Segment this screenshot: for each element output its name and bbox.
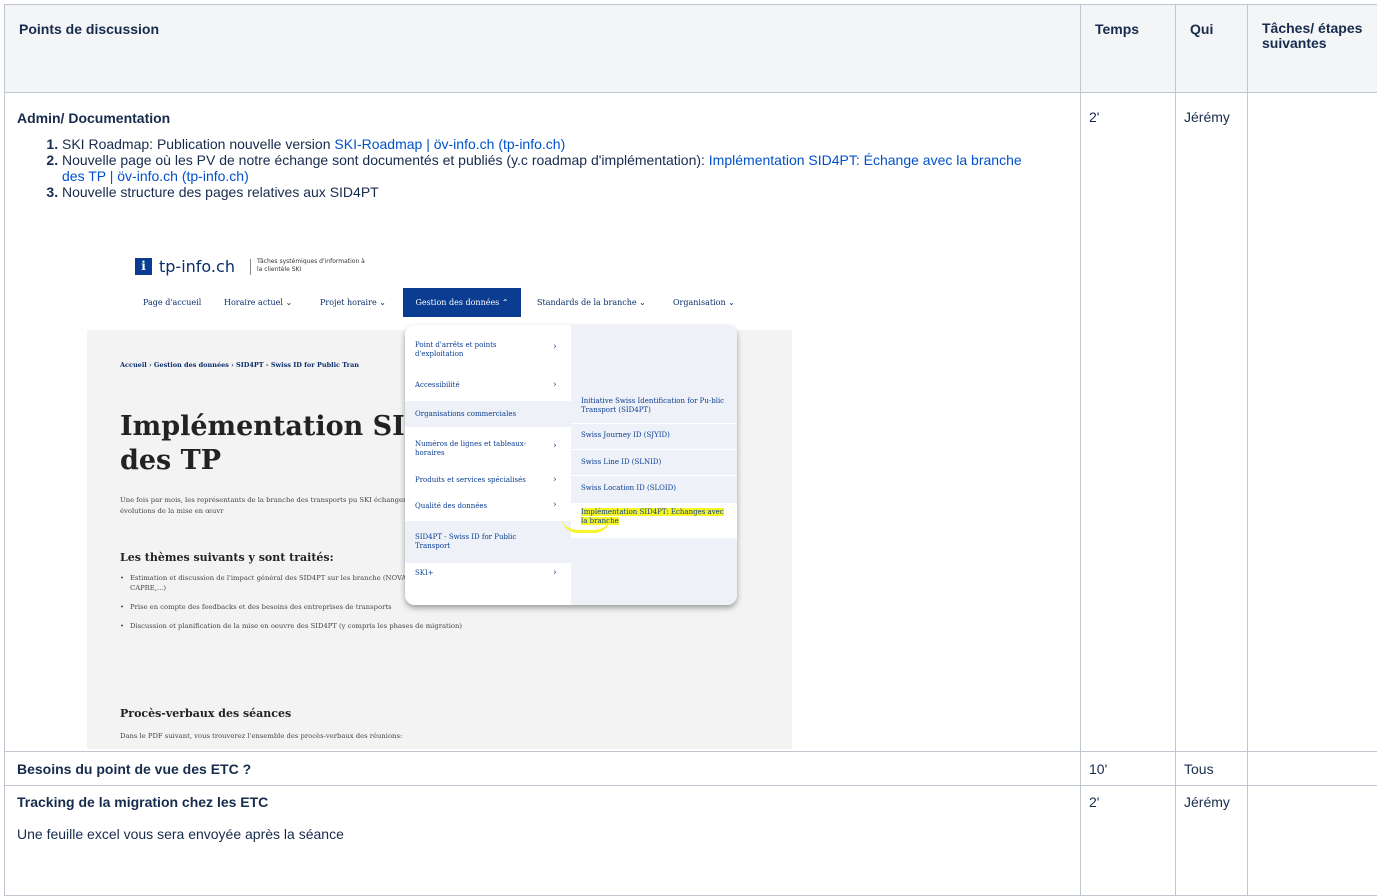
chevron-down-icon: ⌄ [728, 298, 735, 307]
menu-item[interactable]: Accessibilité › [405, 373, 571, 401]
list-item: Estimation et discussion de l'impact gén… [120, 573, 410, 593]
chevron-up-icon: ⌃ [502, 298, 509, 307]
header-points: Points de discussion [5, 5, 1081, 93]
logo-divider [250, 259, 251, 275]
list-item: Nouvelle page où les PV de notre échange… [62, 152, 1022, 184]
table-row: Tracking de la migration chez les ETC Un… [5, 786, 1377, 896]
submenu-item-label: Swiss Line ID (SLNID) [581, 458, 731, 467]
menu-item[interactable]: Produits et services spécialisés › [405, 469, 571, 495]
menu-item-label: Point d'arrêts et points d'exploitation [415, 341, 530, 359]
menu-item[interactable]: SID4PT - Swiss ID for Public Transport [405, 521, 571, 563]
table-row: Besoins du point de vue des ETC ? 10' To… [5, 752, 1377, 786]
nav-label: Gestion des données [415, 298, 499, 307]
taches-cell [1248, 752, 1377, 786]
menu-item[interactable]: SKI+ › [405, 563, 571, 589]
nav-projet-horaire[interactable]: Projet horaire ⌄ [320, 298, 386, 307]
breadcrumb: Accueil › Gestion des données › SID4PT -… [120, 361, 359, 369]
submenu-item[interactable]: Initiative Swiss Identification for Pu-b… [571, 389, 737, 424]
list-item: Discussion et planification de la mise e… [120, 621, 480, 631]
submenu-item-label: Swiss Journey ID (SJYID) [581, 431, 731, 440]
row-title: Admin/ Documentation [17, 110, 1080, 126]
chevron-right-icon: › [553, 476, 557, 485]
temps-cell: 2' [1081, 786, 1176, 896]
nav-gestion-donnees[interactable]: Gestion des données ⌃ [403, 288, 521, 317]
info-icon: i [135, 258, 152, 275]
qui-cell: Jérémy [1176, 93, 1248, 752]
submenu-item-label: Initiative Swiss Identification for Pu-b… [581, 397, 731, 415]
nav-label: Standards de la branche [537, 298, 637, 307]
page-title-part: des TP [120, 445, 221, 476]
chevron-down-icon: ⌄ [286, 298, 293, 307]
menu-left-column: Point d'arrêts et points d'exploitation … [405, 325, 571, 605]
temps-cell: 10' [1081, 752, 1176, 786]
row-note: Une feuille excel vous sera envoyée aprè… [17, 826, 1080, 842]
qui-cell: Tous [1176, 752, 1248, 786]
menu-item[interactable]: Numéros de lignes et tableaux-horaires › [405, 427, 571, 469]
pdf-text: Dans le PDF suivant, vous trouverez l'en… [120, 732, 402, 740]
menu-item-label: Organisations commerciales [415, 410, 530, 419]
list-item: Nouvelle structure des pages relatives a… [62, 184, 1080, 200]
menu-item-label: Qualité des données [415, 502, 530, 511]
pv-heading: Procès-verbaux des séances [120, 707, 291, 720]
nav-organisation[interactable]: Organisation ⌄ [673, 298, 735, 307]
nav-label: Organisation [673, 298, 726, 307]
chevron-down-icon: ⌄ [639, 298, 646, 307]
header-qui: Qui [1176, 5, 1248, 93]
chevron-right-icon: › [553, 343, 557, 352]
submenu-item[interactable]: Swiss Line ID (SLNID) [571, 449, 737, 476]
item-text: SKI Roadmap: Publication nouvelle versio… [62, 136, 334, 152]
roadmap-link[interactable]: SKI-Roadmap | öv-info.ch (tp-info.ch) [334, 136, 565, 152]
menu-item-label: Numéros de lignes et tableaux-horaires [415, 440, 530, 458]
site-logo-subtitle: Tâches systémiques d'information à la cl… [257, 258, 367, 274]
header-temps: Temps [1081, 5, 1176, 93]
menu-item-label: Produits et services spécialisés [415, 476, 530, 485]
menu-right-column: Initiative Swiss Identification for Pu-b… [571, 325, 737, 605]
nav-label: Horaire actuel [224, 298, 283, 307]
embedded-screenshot: i tp-info.ch Tâches systémiques d'inform… [87, 235, 792, 749]
temps-cell: 2' [1081, 93, 1176, 752]
submenu-item[interactable]: Swiss Journey ID (SJYID) [571, 423, 737, 450]
site-header: i tp-info.ch Tâches systémiques d'inform… [87, 235, 792, 330]
dropdown-menu: Point d'arrêts et points d'exploitation … [405, 325, 737, 605]
taches-cell [1248, 786, 1377, 896]
submenu-item-label: Swiss Location ID (SLOID) [581, 484, 731, 493]
list-item: SKI Roadmap: Publication nouvelle versio… [62, 136, 1080, 152]
themes-heading: Les thèmes suivants y sont traités: [120, 551, 334, 564]
nav-home[interactable]: Page d'accueil [143, 298, 201, 307]
points-cell: Tracking de la migration chez les ETC Un… [5, 786, 1081, 896]
chevron-right-icon: › [553, 442, 557, 451]
row-title: Besoins du point de vue des ETC ? [5, 752, 1081, 786]
item-list: SKI Roadmap: Publication nouvelle versio… [17, 136, 1080, 200]
site-logo-text: tp-info.ch [159, 257, 235, 276]
menu-item[interactable]: Point d'arrêts et points d'exploitation … [405, 325, 571, 373]
chevron-right-icon: › [553, 381, 557, 390]
nav-label: Projet horaire [320, 298, 377, 307]
menu-item[interactable]: Qualité des données › [405, 495, 571, 521]
item-text: Nouvelle structure des pages relatives a… [62, 184, 379, 200]
qui-cell: Jérémy [1176, 786, 1248, 896]
nav-horaire-actuel[interactable]: Horaire actuel ⌄ [224, 298, 292, 307]
submenu-item[interactable]: Swiss Location ID (SLOID) [571, 475, 737, 504]
chevron-right-icon: › [553, 569, 557, 578]
chevron-right-icon: › [553, 501, 557, 510]
header-taches: Tâches/ étapes suivantes [1248, 5, 1377, 93]
nav-standards[interactable]: Standards de la branche ⌄ [537, 298, 646, 307]
taches-cell [1248, 93, 1377, 752]
row-title: Tracking de la migration chez les ETC [17, 794, 1080, 810]
item-text: Nouvelle page où les PV de notre échange… [62, 152, 709, 168]
menu-item-label: SKI+ [415, 569, 530, 578]
menu-item-label: SID4PT - Swiss ID for Public Transport [415, 533, 530, 551]
page-title-part: Implémentation SID4 [120, 411, 447, 442]
menu-item-label: Accessibilité [415, 381, 530, 390]
menu-item[interactable]: Organisations commerciales [405, 401, 571, 427]
chevron-down-icon: ⌄ [379, 298, 386, 307]
header-row: Points de discussion Temps Qui Tâches/ é… [5, 5, 1377, 93]
